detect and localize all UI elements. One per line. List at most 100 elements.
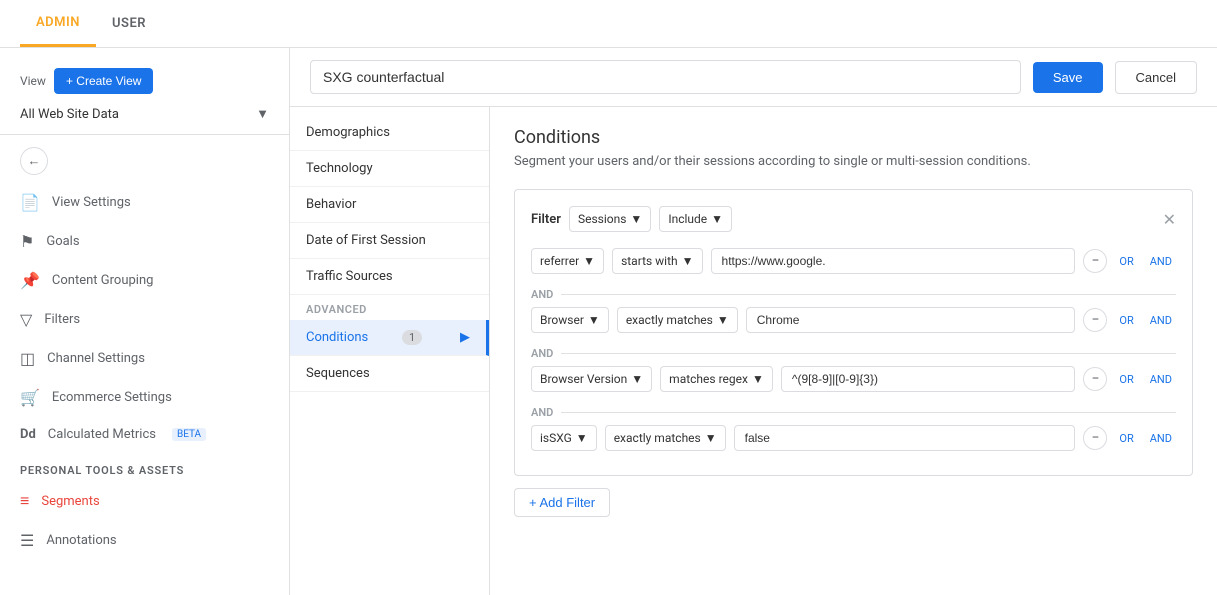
include-dropdown[interactable]: Include ▼ (659, 206, 732, 232)
value-input-4[interactable] (734, 425, 1076, 451)
arrow-right-icon: ▶ (460, 330, 470, 345)
conditions-description: Segment your users and/or their sessions… (514, 154, 1193, 169)
nav-item-demographics[interactable]: Demographics (290, 115, 489, 151)
and-button-3[interactable]: AND (1146, 373, 1176, 386)
remove-row-button-3[interactable]: − (1083, 367, 1107, 391)
view-label: View (20, 74, 46, 88)
include-value: Include (668, 212, 707, 226)
chevron-down-icon: ▼ (711, 212, 723, 226)
value-input-2[interactable] (746, 307, 1076, 333)
content-area: Demographics Technology Behavior Date of… (290, 107, 1217, 595)
value-input-1[interactable] (711, 248, 1076, 274)
or-button-3[interactable]: OR (1115, 373, 1137, 386)
operator-value-4: exactly matches (614, 431, 701, 445)
tab-admin[interactable]: ADMIN (20, 1, 96, 47)
remove-row-button-4[interactable]: − (1083, 426, 1107, 450)
field-dropdown-2[interactable]: Browser ▼ (531, 307, 609, 333)
operator-value-3: matches regex (669, 372, 748, 386)
flag-icon: ⚑ (20, 232, 34, 251)
top-bar: Save Cancel (290, 48, 1217, 107)
sidebar-item-content-grouping[interactable]: 📌 Content Grouping (0, 261, 289, 300)
and-button-4[interactable]: AND (1146, 432, 1176, 445)
right-section: Save Cancel Demographics Technology Beha… (290, 48, 1217, 595)
nav-item-conditions[interactable]: Conditions 1 ▶ (290, 320, 489, 356)
top-nav: ADMIN USER (0, 0, 1217, 48)
segments-icon: ≡ (20, 491, 29, 511)
operator-dropdown-3[interactable]: matches regex ▼ (660, 366, 773, 392)
cart-icon: 🛒 (20, 388, 40, 407)
operator-dropdown-2[interactable]: exactly matches ▼ (617, 307, 738, 333)
channel-icon: ◫ (20, 349, 35, 368)
field-dropdown-3[interactable]: Browser Version ▼ (531, 366, 652, 392)
chevron-down-icon: ▼ (682, 254, 694, 268)
operator-dropdown-4[interactable]: exactly matches ▼ (605, 425, 726, 451)
document-icon: 📄 (20, 193, 40, 212)
chevron-down-icon: ▼ (588, 313, 600, 327)
chevron-down-icon: ▼ (752, 372, 764, 386)
sidebar-item-label: Channel Settings (47, 351, 145, 366)
sidebar-item-calculated-metrics[interactable]: Dd Calculated Metrics BETA (0, 417, 289, 452)
create-view-button[interactable]: + Create View (54, 68, 154, 94)
and-separator-3: AND (531, 400, 1176, 425)
or-button-2[interactable]: OR (1115, 314, 1137, 327)
view-select[interactable]: All Web Site Data (20, 107, 256, 122)
or-button-1[interactable]: OR (1115, 255, 1137, 268)
chevron-down-icon: ▼ (631, 372, 643, 386)
nav-item-date-of-first-session[interactable]: Date of First Session (290, 223, 489, 259)
session-dropdown[interactable]: Sessions ▼ (569, 206, 651, 232)
left-sidebar: View + Create View All Web Site Data ▼ ←… (0, 48, 290, 595)
operator-value-1: starts with (621, 254, 678, 268)
field-dropdown-4[interactable]: isSXG ▼ (531, 425, 597, 451)
operator-dropdown-1[interactable]: starts with ▼ (612, 248, 702, 274)
conditions-panel: Conditions Segment your users and/or the… (490, 107, 1217, 595)
filter-header: Filter Sessions ▼ Include ▼ ✕ (531, 206, 1176, 232)
remove-row-button-2[interactable]: − (1083, 308, 1107, 332)
remove-row-button-1[interactable]: − (1083, 249, 1107, 273)
and-button-2[interactable]: AND (1146, 314, 1176, 327)
field-value-4: isSXG (540, 431, 572, 445)
filter-row-4: isSXG ▼ exactly matches ▼ − OR AND (531, 425, 1176, 451)
conditions-badge: 1 (402, 330, 422, 345)
value-input-3[interactable] (781, 366, 1076, 392)
and-separator-2: AND (531, 341, 1176, 366)
sidebar-item-goals[interactable]: ⚑ Goals (0, 222, 289, 261)
add-filter-button[interactable]: + Add Filter (514, 488, 610, 517)
cancel-button[interactable]: Cancel (1115, 61, 1197, 94)
nav-item-traffic-sources[interactable]: Traffic Sources (290, 259, 489, 295)
nav-item-sequences[interactable]: Sequences (290, 356, 489, 392)
sidebar-item-channel-settings[interactable]: ◫ Channel Settings (0, 339, 289, 378)
sidebar-item-segments[interactable]: ≡ Segments (0, 481, 289, 521)
sidebar-item-filters[interactable]: ▽ Filters (0, 300, 289, 339)
chevron-down-icon: ▼ (630, 212, 642, 226)
or-button-4[interactable]: OR (1115, 432, 1137, 445)
back-button[interactable]: ← (20, 147, 48, 175)
filter-close-button[interactable]: ✕ (1163, 210, 1176, 229)
chevron-down-icon: ▼ (256, 106, 269, 122)
segment-name-input[interactable] (310, 60, 1021, 94)
filter-block: Filter Sessions ▼ Include ▼ ✕ (514, 189, 1193, 476)
filter-row-1: referrer ▼ starts with ▼ − OR AND (531, 248, 1176, 274)
filter-row-2: Browser ▼ exactly matches ▼ − OR AND (531, 307, 1176, 333)
tab-user[interactable]: USER (96, 2, 162, 45)
operator-value-2: exactly matches (626, 313, 713, 327)
annotations-icon: ☰ (20, 531, 34, 550)
sidebar-item-label: Ecommerce Settings (52, 390, 172, 405)
field-value-2: Browser (540, 313, 584, 327)
beta-badge: BETA (172, 428, 206, 441)
sidebar-item-view-settings[interactable]: 📄 View Settings (0, 183, 289, 222)
back-btn-row: ← (0, 139, 289, 183)
middle-nav: Demographics Technology Behavior Date of… (290, 107, 490, 595)
filter-row-3: Browser Version ▼ matches regex ▼ − OR A… (531, 366, 1176, 392)
chevron-down-icon: ▼ (576, 431, 588, 445)
sidebar-item-annotations[interactable]: ☰ Annotations (0, 521, 289, 560)
main-layout: View + Create View All Web Site Data ▼ ←… (0, 48, 1217, 595)
and-button-1[interactable]: AND (1146, 255, 1176, 268)
save-button[interactable]: Save (1033, 62, 1103, 93)
nav-item-behavior[interactable]: Behavior (290, 187, 489, 223)
session-value: Sessions (578, 212, 626, 226)
view-row: View + Create View (0, 60, 289, 102)
filter-label: Filter (531, 212, 561, 227)
nav-item-technology[interactable]: Technology (290, 151, 489, 187)
sidebar-item-ecommerce-settings[interactable]: 🛒 Ecommerce Settings (0, 378, 289, 417)
field-dropdown-1[interactable]: referrer ▼ (531, 248, 604, 274)
